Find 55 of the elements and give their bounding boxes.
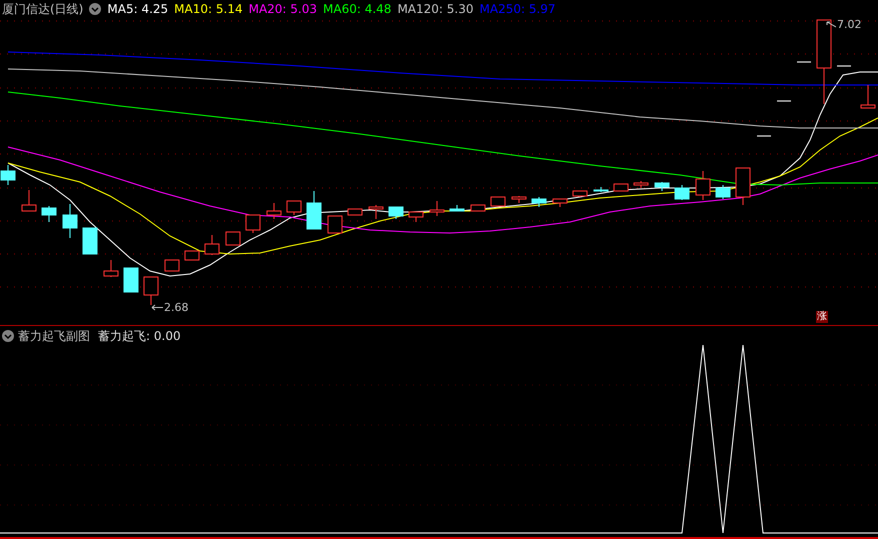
candlestick xyxy=(266,202,282,220)
candlestick xyxy=(82,228,98,254)
indicator-legend: MA120: 5.30 xyxy=(397,3,474,15)
indicator-legend: MA250: 5.97 xyxy=(480,3,556,15)
candlestick xyxy=(614,184,628,192)
chart-title: 厦门信达(日线) xyxy=(2,3,84,15)
candlestick xyxy=(368,204,384,220)
candlestick xyxy=(184,250,200,260)
candlestick xyxy=(674,184,690,200)
candlestick xyxy=(654,182,670,192)
indicator-legend: MA10: 5.14 xyxy=(174,3,243,15)
candlestick xyxy=(328,216,342,234)
indicator-legend: MA5: 4.25 xyxy=(107,3,168,15)
candlestick xyxy=(490,196,506,206)
candlestick xyxy=(736,168,750,206)
arrow-up-left-icon xyxy=(826,21,836,28)
candlestick xyxy=(306,190,322,230)
candlestick xyxy=(0,164,16,186)
candlestick xyxy=(552,198,568,208)
candlestick xyxy=(164,260,180,272)
candlestick xyxy=(696,170,710,200)
arrow-left-icon xyxy=(151,304,163,311)
indicator-legend: MA20: 5.03 xyxy=(248,3,318,15)
chevron-down-icon[interactable] xyxy=(2,330,14,342)
price-dash xyxy=(776,100,792,102)
high-price-label: 7.02 xyxy=(837,19,862,30)
candlestick xyxy=(634,180,648,188)
candlestick xyxy=(104,260,118,278)
candlestick xyxy=(860,84,876,108)
candlestick xyxy=(450,204,464,212)
candlestick xyxy=(246,214,260,234)
candlestick xyxy=(62,204,78,238)
candlestick xyxy=(430,200,444,216)
low-price-label: 2.68 xyxy=(164,302,188,313)
candlestick xyxy=(286,200,302,216)
sub-chart-title: 蓄力起飞副图 xyxy=(18,330,90,342)
rise-badge: 涨 xyxy=(816,311,828,323)
candlestick xyxy=(572,190,588,198)
candlestick xyxy=(512,196,526,204)
candlestick xyxy=(716,184,730,200)
candlestick xyxy=(532,196,546,208)
candlestick xyxy=(144,276,158,306)
candlestick xyxy=(594,186,608,192)
indicator-legend: MA60: 4.48 xyxy=(323,3,392,15)
candlestick xyxy=(124,268,138,292)
candlestick xyxy=(388,206,404,220)
candlestick xyxy=(22,190,36,212)
chevron-down-icon[interactable] xyxy=(89,3,102,15)
candlestick xyxy=(470,204,486,212)
candlestick xyxy=(408,212,424,222)
indicator-value: 蓄力起飞: 0.00 xyxy=(98,330,181,342)
candlestick xyxy=(204,234,220,256)
candlestick xyxy=(226,232,240,246)
candlestick xyxy=(348,208,362,216)
candlestick xyxy=(42,206,56,222)
